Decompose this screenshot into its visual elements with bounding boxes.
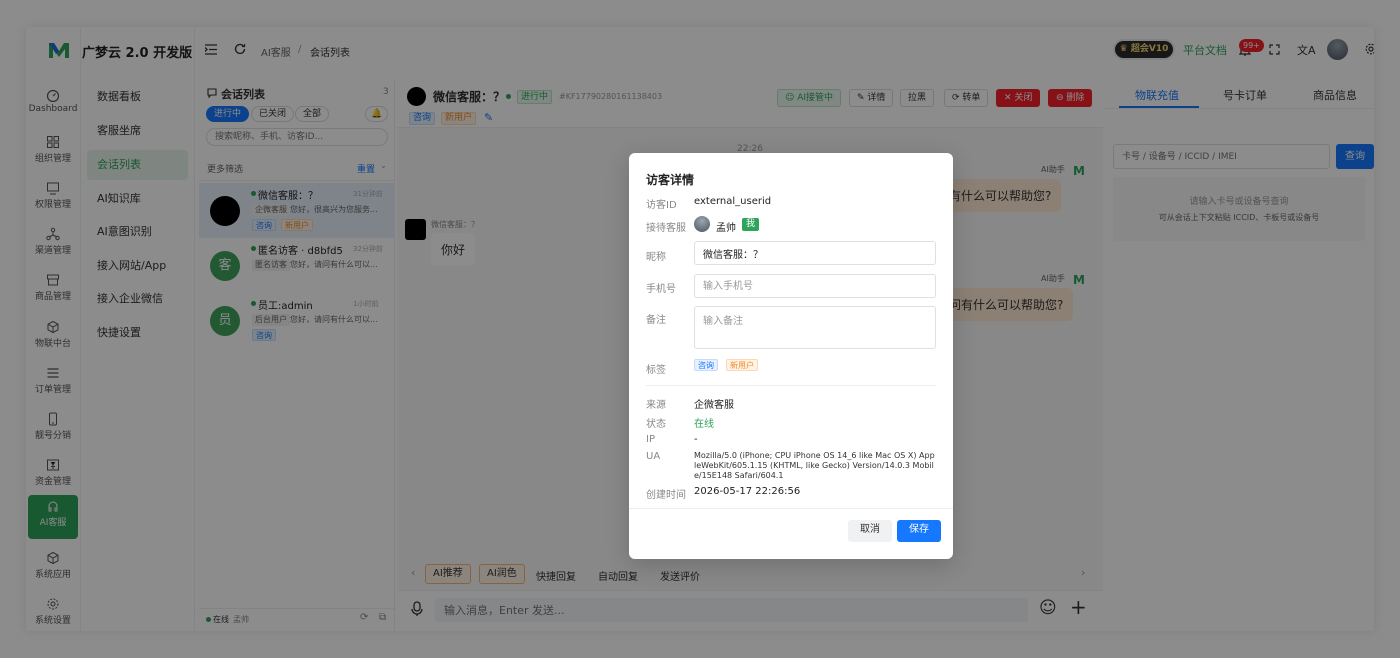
modal-tag-new-user: 新用户 [726, 359, 758, 371]
ip-value: - [694, 434, 698, 445]
save-button[interactable]: 保存 [897, 520, 941, 542]
remark-label: 备注 [646, 315, 666, 326]
nickname-label: 昵称 [646, 252, 666, 263]
source-value: 企微客服 [694, 400, 734, 411]
visitor-detail-modal: 访客详情 访客ID external_userid 接待客服 孟帅 我 昵称 手… [629, 153, 953, 559]
remark-textarea[interactable] [694, 306, 936, 349]
source-label: 来源 [646, 400, 666, 411]
created-value: 2026-05-17 22:26:56 [694, 486, 801, 497]
tag-label: 标签 [646, 365, 666, 376]
ua-value: Mozilla/5.0 (iPhone; CPU iPhone OS 14_6 … [694, 451, 935, 480]
agent-me-badge: 我 [742, 218, 760, 231]
phone-label: 手机号 [646, 284, 676, 295]
created-label: 创建时间 [646, 490, 686, 501]
state-label: 状态 [646, 419, 666, 430]
modal-title: 访客详情 [646, 173, 695, 187]
cancel-button[interactable]: 取消 [848, 520, 892, 542]
visitor-id-value: external_userid [694, 196, 772, 207]
agent-avatar [694, 216, 710, 232]
visitor-id-label: 访客ID [646, 200, 677, 211]
nickname-input[interactable] [694, 241, 936, 265]
ip-label: IP [646, 434, 655, 445]
phone-input[interactable] [694, 274, 936, 298]
agent-label: 接待客服 [646, 223, 686, 234]
state-value: 在线 [694, 419, 714, 430]
agent-name: 孟帅 [716, 223, 736, 234]
ua-label: UA [646, 451, 661, 462]
modal-tag-consult: 咨询 [694, 359, 718, 371]
